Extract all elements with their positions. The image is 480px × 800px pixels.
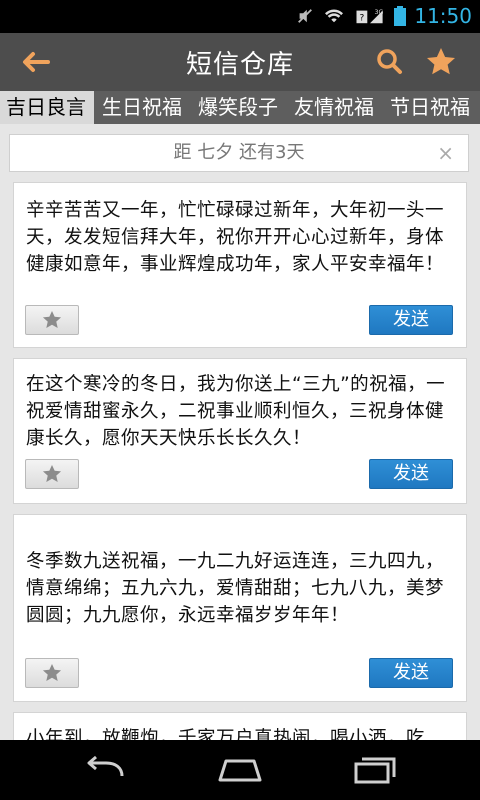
send-button[interactable]: 发送 (369, 305, 453, 335)
message-text: 在这个寒冷的冬日，我为你送上“三九”的祝福，一祝爱情甜蜜永久，二祝事业顺利恒久，… (26, 374, 446, 449)
send-button[interactable]: 发送 (369, 658, 453, 688)
tab-jiri-liangyan[interactable]: 吉日良言 (0, 91, 94, 124)
signal-3g-icon: ? 3G (356, 9, 384, 24)
countdown-text: 距 七夕 还有3天 (173, 142, 305, 163)
home-nav-icon[interactable] (212, 752, 268, 788)
page-title: 短信仓库 (185, 50, 294, 80)
message-card: 在这个寒冷的冬日，我为你送上“三九”的祝福，一祝爱情甜蜜永久，二祝事业顺利恒久，… (13, 358, 467, 504)
category-tabs: 吉日良言 生日祝福 爆笑段子 友情祝福 节日祝福 (0, 91, 480, 124)
message-text: 辛辛苦苦又一年，忙忙碌碌过新年，大年初一头一天，发发短信拜大年，祝你开开心心过新… (26, 200, 445, 275)
star-outline-icon (42, 663, 62, 681)
svg-text:?: ? (360, 14, 365, 24)
search-icon[interactable] (373, 45, 407, 79)
send-button[interactable]: 发送 (369, 459, 453, 489)
recents-nav-icon[interactable] (346, 752, 402, 788)
favorite-button[interactable] (25, 459, 79, 489)
tab-jokes[interactable]: 爆笑段子 (190, 91, 286, 124)
tab-birthday[interactable]: 生日祝福 (94, 91, 190, 124)
clock: 11:50 (414, 4, 472, 28)
mute-icon (298, 9, 313, 23)
title-bar: 短信仓库 (0, 33, 480, 91)
close-icon[interactable]: × (437, 135, 454, 171)
countdown-notice: 距 七夕 还有3天 × (9, 134, 469, 172)
favorite-button[interactable] (25, 305, 79, 335)
star-outline-icon (42, 464, 62, 482)
wifi-icon (325, 9, 344, 23)
favorite-button[interactable] (25, 658, 79, 688)
message-text: 冬季数九送祝福，一九二九好运连连，三九四九，情意绵绵；五九六九，爱情甜甜；七九八… (26, 551, 445, 626)
battery-icon (394, 6, 407, 26)
star-icon[interactable] (424, 45, 458, 79)
back-nav-icon[interactable] (78, 752, 134, 788)
tab-holiday[interactable]: 节日祝福 (382, 91, 478, 124)
status-bar: ? 3G 11:50 (0, 0, 480, 33)
star-outline-icon (42, 310, 62, 328)
message-card: 冬季数九送祝福，一九二九好运连连，三九四九，情意绵绵；五九六九，爱情甜甜；七九八… (13, 514, 467, 702)
tab-friendship[interactable]: 友情祝福 (286, 91, 382, 124)
system-nav-bar (0, 740, 480, 800)
message-card: 辛辛苦苦又一年，忙忙碌碌过新年，大年初一头一天，发发短信拜大年，祝你开开心心过新… (13, 182, 467, 348)
status-icons: ? 3G 11:50 (296, 4, 472, 28)
